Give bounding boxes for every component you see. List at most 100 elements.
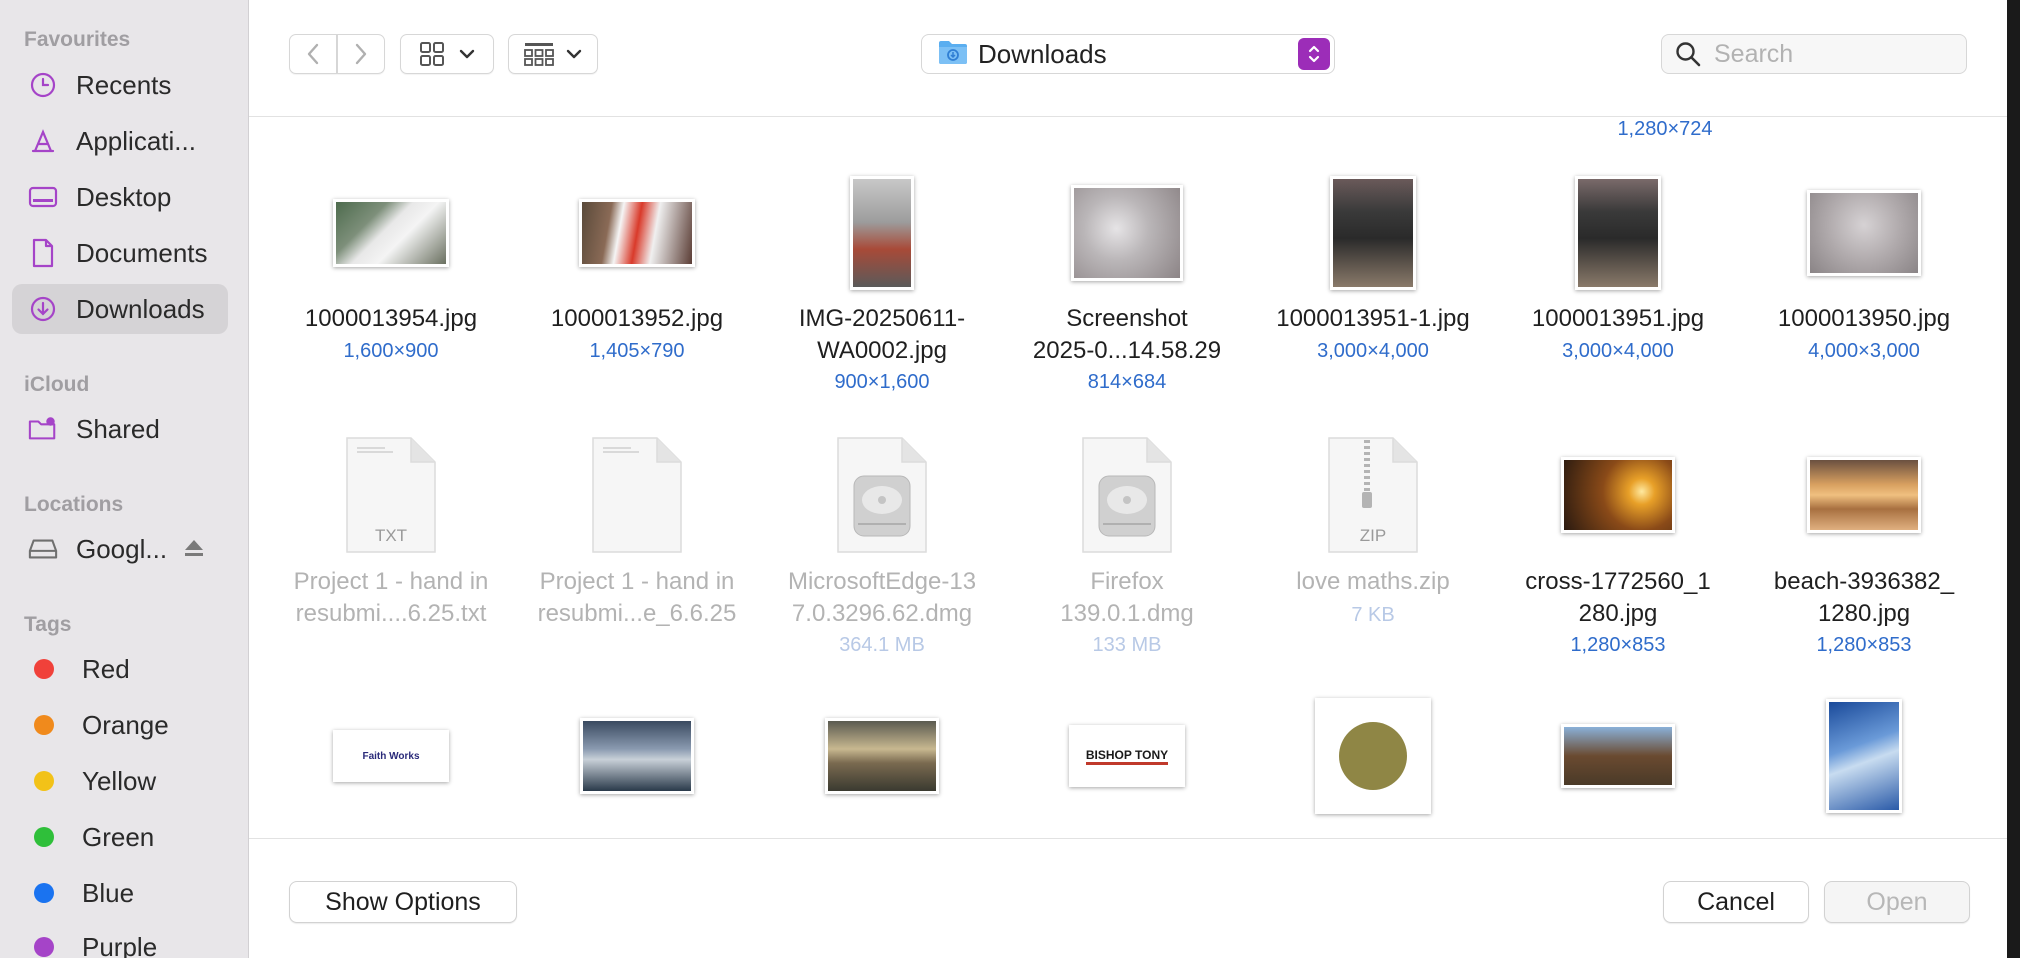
file-item[interactable] <box>1253 695 1493 838</box>
toolbar: Downloads <box>249 0 2007 117</box>
chevron-down-icon <box>459 49 475 59</box>
sidebar-item-label: Googl... <box>76 533 168 564</box>
file-item[interactable]: ZIP love maths.zip 7 KB <box>1253 434 1493 694</box>
file-item[interactable]: Firefox 139.0.1.dmg 133 MB <box>1007 434 1247 694</box>
chevron-down-icon <box>566 49 582 59</box>
sidebar-tag-purple[interactable]: Purple <box>12 922 228 958</box>
image-thumbnail <box>1807 457 1921 533</box>
file-item[interactable]: IMG-20250611- WA0002.jpg 900×1,600 <box>762 173 1002 433</box>
file-item[interactable]: Screenshot 2025-0...14.58.29 814×684 <box>1007 173 1247 433</box>
image-thumbnail <box>1315 698 1431 814</box>
show-options-button[interactable]: Show Options <box>289 881 517 923</box>
file-item[interactable]: Faith Works <box>271 695 511 838</box>
sidebar-item-recents[interactable]: Recents <box>12 60 228 110</box>
applications-icon <box>28 126 58 156</box>
file-size: 133 MB <box>1092 634 1162 656</box>
file-item[interactable]: Project 1 - hand in resubmi...e_6.6.25 <box>517 434 757 694</box>
cancel-button[interactable]: Cancel <box>1663 881 1809 923</box>
file-item[interactable]: 1000013951.jpg 3,000×4,000 <box>1498 173 1738 433</box>
file-item[interactable]: 1000013954.jpg 1,600×900 <box>271 173 511 433</box>
sidebar-tag-orange[interactable]: Orange <box>12 700 228 750</box>
logo-text: BISHOP TONY <box>1085 748 1169 765</box>
sidebar-item-label: Desktop <box>76 181 172 212</box>
image-thumbnail <box>1561 457 1675 533</box>
file-item[interactable]: TXT Project 1 - hand in resubmi....6.25.t… <box>271 434 511 694</box>
sidebar-tag-blue[interactable]: Blue <box>12 868 228 918</box>
background-window-edge <box>2007 0 2020 958</box>
main-pane: Downloads 1,280×724 1000013954.jpg 1,600… <box>249 0 2007 958</box>
file-name: 1000013954.jpg <box>304 305 478 332</box>
desktop-icon <box>28 182 58 212</box>
sidebar-tag-green[interactable]: Green <box>12 812 228 862</box>
image-thumbnail <box>1826 699 1902 813</box>
disk-image-icon <box>836 436 928 554</box>
search-field[interactable] <box>1661 34 1967 74</box>
sidebar-item-shared[interactable]: Shared <box>12 404 228 454</box>
search-icon <box>1674 40 1702 68</box>
tag-dot-red <box>34 659 54 679</box>
image-thumbnail <box>579 199 695 267</box>
sidebar-tag-yellow[interactable]: Yellow <box>12 756 228 806</box>
file-item[interactable] <box>517 695 757 838</box>
file-dimensions: 3,000×4,000 <box>1317 340 1429 362</box>
sidebar-item-label: Red <box>82 653 130 684</box>
file-item[interactable]: 1000013952.jpg 1,405×790 <box>517 173 757 433</box>
location-popup[interactable]: Downloads <box>921 34 1335 74</box>
image-thumbnail <box>1561 724 1675 788</box>
file-item[interactable]: 1000013951-1.jpg 3,000×4,000 <box>1253 173 1493 433</box>
sidebar-tag-red[interactable]: Red <box>12 644 228 694</box>
file-name: Firefox 139.0.1.dmg <box>1060 568 1194 627</box>
group-by-button[interactable] <box>508 34 598 74</box>
file-name: 1000013952.jpg <box>550 305 724 332</box>
forward-button[interactable] <box>337 34 385 74</box>
sidebar-item-google-drive[interactable]: Googl... <box>12 524 228 574</box>
file-name: love maths.zip <box>1296 568 1450 595</box>
up-down-chevron-icon <box>1298 38 1330 70</box>
file-item[interactable] <box>1744 695 1984 838</box>
sidebar-item-label: Shared <box>76 413 160 444</box>
sidebar-item-applications[interactable]: Applicati... <box>12 116 228 166</box>
open-button[interactable]: Open <box>1824 881 1970 923</box>
file-name: MicrosoftEdge-13 7.0.3296.62.dmg <box>787 568 977 627</box>
back-button[interactable] <box>289 34 337 74</box>
location-name: Downloads <box>978 38 1107 69</box>
file-name: 1000013950.jpg <box>1777 305 1951 332</box>
search-input[interactable] <box>1714 39 1944 69</box>
file-extension-label: TXT <box>374 526 408 545</box>
image-thumbnail <box>333 199 449 267</box>
file-item[interactable] <box>1498 695 1738 838</box>
file-dimensions: 814×684 <box>1087 371 1167 393</box>
file-item[interactable]: cross-1772560_1 280.jpg 1,280×853 <box>1498 434 1738 694</box>
image-thumbnail <box>850 176 914 290</box>
file-name: Project 1 - hand in resubmi...e_6.6.25 <box>537 568 737 627</box>
zip-file-icon: ZIP <box>1327 436 1419 554</box>
file-item[interactable]: 1000013950.jpg 4,000×3,000 <box>1744 173 1984 433</box>
file-name: Project 1 - hand in resubmi....6.25.txt <box>293 568 489 627</box>
chevron-left-icon <box>307 43 319 65</box>
file-dimensions: 1,280×853 <box>1816 634 1912 656</box>
document-file-icon <box>591 436 683 554</box>
shared-folder-icon <box>28 414 58 444</box>
file-name: 1000013951.jpg <box>1531 305 1705 332</box>
sidebar-section-tags: Tags <box>24 613 72 636</box>
view-mode-button[interactable] <box>400 34 494 74</box>
sidebar-item-label: Blue <box>82 877 135 908</box>
file-item[interactable]: beach-3936382_ 1280.jpg 1,280×853 <box>1744 434 1984 694</box>
sidebar-item-documents[interactable]: Documents <box>12 228 228 278</box>
sidebar-section-favourites: Favourites <box>24 28 131 51</box>
file-name: Screenshot 2025-0...14.58.29 <box>1032 305 1222 364</box>
file-dimensions: 1,280×853 <box>1570 634 1666 656</box>
file-open-dialog: Favourites Recents Applicati... Desktop … <box>0 0 2020 958</box>
sidebar: Favourites Recents Applicati... Desktop … <box>0 0 249 958</box>
file-dimensions: 900×1,600 <box>834 371 930 393</box>
sidebar-item-desktop[interactable]: Desktop <box>12 172 228 222</box>
text-file-icon: TXT <box>345 436 437 554</box>
sidebar-item-label: Documents <box>76 237 208 268</box>
file-dimensions: 1,280×724 <box>1617 118 1713 140</box>
file-item[interactable]: BISHOP TONY <box>1007 695 1247 838</box>
file-item[interactable] <box>762 695 1002 838</box>
eject-icon[interactable] <box>182 536 206 565</box>
sidebar-item-downloads[interactable]: Downloads <box>12 284 228 334</box>
grid-view-icon <box>420 42 444 66</box>
file-item[interactable]: MicrosoftEdge-13 7.0.3296.62.dmg 364.1 MB <box>762 434 1002 694</box>
